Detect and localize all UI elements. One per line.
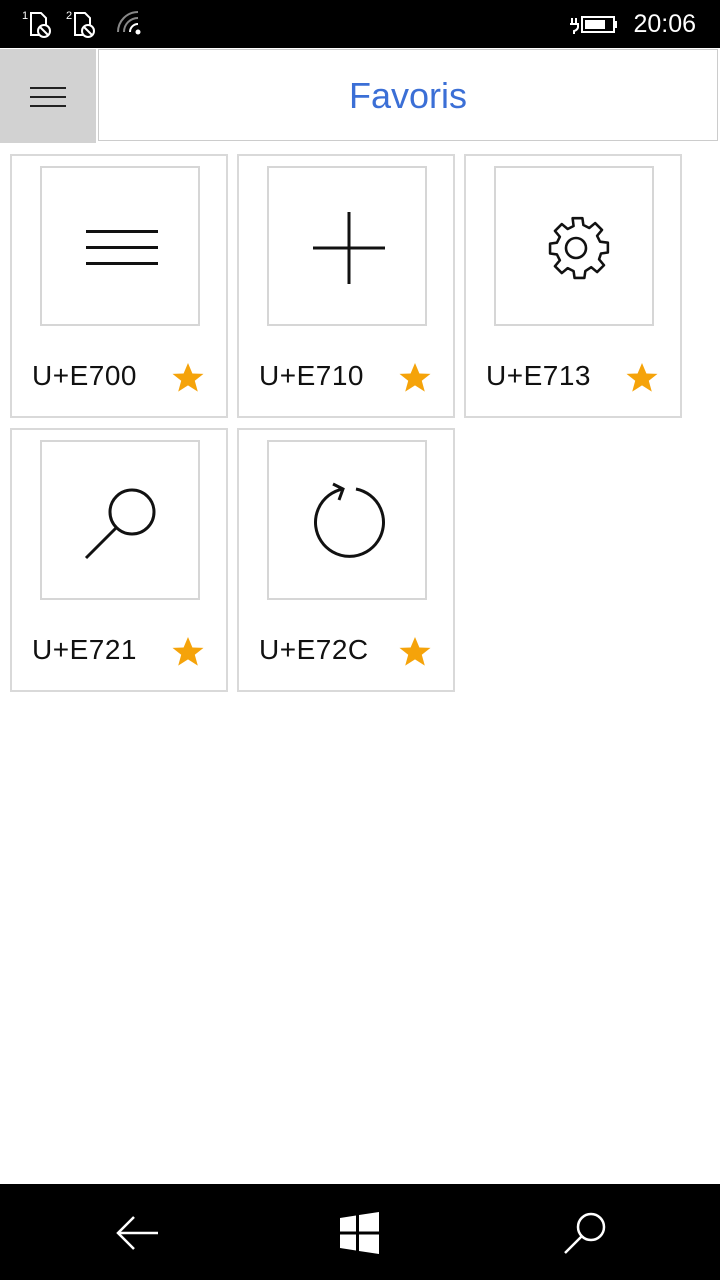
glyph-code: U+E710: [259, 360, 364, 391]
sim-1-label: 1: [22, 10, 28, 22]
glyph-preview: [267, 440, 427, 600]
search-button[interactable]: [560, 1208, 610, 1258]
glyph-tile[interactable]: U+E721: [10, 428, 228, 692]
sim-2-no-service-icon: 2: [66, 8, 102, 40]
sim-1-no-service-icon: 1: [22, 8, 58, 40]
search-icon: [564, 1212, 606, 1254]
add-icon: [313, 212, 385, 284]
glyph-code: U+E721: [32, 634, 137, 665]
glyph-tile[interactable]: U+E700: [10, 154, 228, 418]
status-bar: 1 2 20:06: [0, 0, 720, 48]
search-icon: [84, 488, 156, 560]
title-box: Favoris: [98, 49, 718, 141]
header: Favoris: [0, 48, 720, 144]
back-arrow-icon: [116, 1216, 158, 1250]
start-button[interactable]: [335, 1208, 385, 1258]
favorite-star-icon[interactable]: [397, 360, 433, 396]
glyph-code: U+E72C: [259, 634, 369, 665]
glyph-tile[interactable]: U+E713: [464, 154, 682, 418]
windows-start-icon: [340, 1212, 379, 1254]
glyph-preview: [267, 166, 427, 326]
battery-charging-icon: [570, 10, 620, 38]
global-nav-icon: [86, 230, 158, 265]
clock: 20:06: [633, 10, 696, 38]
favorite-star-icon[interactable]: [170, 360, 206, 396]
favorite-star-icon[interactable]: [624, 360, 660, 396]
back-button[interactable]: [112, 1208, 162, 1258]
glyph-preview: [40, 166, 200, 326]
glyph-code: U+E713: [486, 360, 591, 391]
wifi-icon: [116, 10, 146, 38]
hamburger-icon: [30, 87, 66, 107]
favorite-star-icon[interactable]: [170, 634, 206, 670]
glyph-preview: [40, 440, 200, 600]
refresh-icon: [314, 482, 385, 558]
glyph-tile[interactable]: U+E710: [237, 154, 455, 418]
glyph-tile[interactable]: U+E72C: [237, 428, 455, 692]
page-title: Favoris: [348, 75, 468, 116]
glyph-code: U+E700: [32, 360, 137, 391]
menu-button[interactable]: [0, 49, 96, 143]
glyph-preview: [494, 166, 654, 326]
sim-2-label: 2: [66, 10, 72, 22]
favorite-star-icon[interactable]: [397, 634, 433, 670]
navigation-bar: [0, 1184, 720, 1280]
settings-icon: [548, 216, 610, 280]
